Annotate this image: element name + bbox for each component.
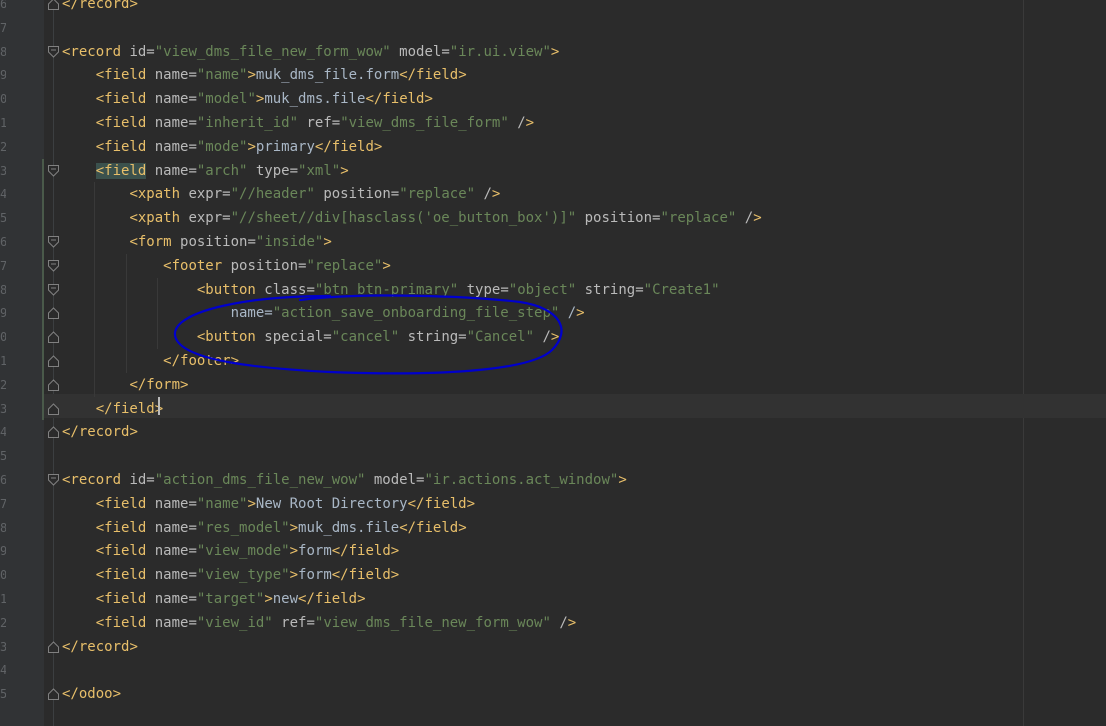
code-line[interactable]: <field name="inherit_id" ref="view_dms_f… xyxy=(62,111,534,135)
fold-close-icon[interactable] xyxy=(48,379,59,391)
line-number: 3 xyxy=(0,401,6,416)
code-line[interactable]: <form position="inside"> xyxy=(62,230,331,254)
code-line[interactable]: </record> xyxy=(62,420,138,444)
right-margin-guide xyxy=(1023,0,1024,726)
code-line[interactable]: <xpath expr="//header" position="replace… xyxy=(62,182,500,206)
fold-open-icon[interactable] xyxy=(48,164,59,177)
line-number: 5 xyxy=(0,211,6,226)
line-number: 2 xyxy=(0,377,6,392)
line-number: 2 xyxy=(0,615,6,630)
fold-close-icon[interactable] xyxy=(48,331,59,344)
fold-close-icon[interactable] xyxy=(48,640,59,653)
line-number: 2 xyxy=(0,139,6,154)
fold-open-icon[interactable] xyxy=(48,236,59,248)
indent-guide xyxy=(93,182,95,397)
code-editor[interactable]: 6 7 8 9 0 1 2 3 4 5 6 7 8 9 0 1 2 3 4 5 6 7 8 9 0 1 2 3 4 5 </record>… xyxy=(0,0,1106,726)
code-line[interactable]: </odoo> xyxy=(62,682,121,706)
line-number: 0 xyxy=(0,330,6,345)
line-number: 7 xyxy=(0,258,6,273)
fold-open-icon[interactable] xyxy=(48,474,59,486)
line-number: 1 xyxy=(0,592,6,606)
line-number: 8 xyxy=(0,282,6,297)
fold-close-icon[interactable] xyxy=(48,0,59,10)
code-line[interactable]: </record> xyxy=(62,635,138,659)
indent-guide xyxy=(125,253,127,373)
code-line[interactable]: <field name="view_mode">form</field> xyxy=(62,539,399,563)
line-number: 9 xyxy=(0,306,6,321)
line-number: 0 xyxy=(0,92,6,107)
fold-close-icon[interactable] xyxy=(48,307,59,320)
code-line[interactable]: <field name="view_type">form</field> xyxy=(62,563,399,587)
text-caret xyxy=(158,397,160,415)
code-line[interactable]: <button class="btn btn-primary" type="ob… xyxy=(62,278,720,302)
code-line[interactable]: <button special="cancel" string="Cancel"… xyxy=(62,325,559,349)
line-number: 6 xyxy=(0,235,6,249)
line-number: 4 xyxy=(0,663,6,678)
line-number: 9 xyxy=(0,544,6,559)
line-number: 6 xyxy=(0,0,6,11)
line-number: 3 xyxy=(0,639,6,654)
code-line[interactable]: <field name="mode">primary</field> xyxy=(62,135,383,159)
line-number: 5 xyxy=(0,449,6,464)
code-line[interactable]: <footer position="replace"> xyxy=(62,254,391,278)
code-line[interactable]: <field name="name">muk_dms_file.form</fi… xyxy=(62,63,467,87)
line-number: 9 xyxy=(0,68,6,83)
line-number: 4 xyxy=(0,187,6,202)
code-line[interactable]: </form> xyxy=(62,373,188,397)
code-line[interactable]: <record id="view_dms_file_new_form_wow" … xyxy=(62,40,559,64)
fold-open-icon[interactable] xyxy=(48,45,59,58)
fold-close-icon[interactable] xyxy=(48,688,59,701)
line-number: 5 xyxy=(0,687,6,702)
code-line[interactable]: <field name="name">New Root Directory</f… xyxy=(62,492,475,516)
code-line[interactable]: <field name="res_model">muk_dms.file</fi… xyxy=(62,516,467,540)
line-number: 0 xyxy=(0,568,6,583)
code-line[interactable]: <field name="arch" type="xml"> xyxy=(62,159,349,183)
code-line[interactable]: name="action_save_onboarding_file_step" … xyxy=(62,301,585,325)
line-number: 8 xyxy=(0,520,6,535)
fold-close-icon[interactable] xyxy=(48,402,59,415)
fold-open-icon[interactable] xyxy=(48,283,59,296)
code-line[interactable]: <record id="action_dms_file_new_wow" mod… xyxy=(62,468,627,492)
line-number: 4 xyxy=(0,425,6,440)
line-number: 8 xyxy=(0,44,6,59)
line-number-gutter: 6 7 8 9 0 1 2 3 4 5 6 7 8 9 0 1 2 3 4 5 6 7 8 9 0 1 2 3 4 5 xyxy=(0,0,44,726)
code-line[interactable]: </record> xyxy=(62,0,138,16)
line-number: 1 xyxy=(0,116,6,130)
code-line[interactable]: <field name="model">muk_dms.file</field> xyxy=(62,87,433,111)
fold-close-icon[interactable] xyxy=(48,426,59,439)
code-line[interactable]: </field> xyxy=(62,397,163,421)
code-line[interactable]: <field name="target">new</field> xyxy=(62,587,366,611)
line-number: 7 xyxy=(0,496,6,511)
indent-guide xyxy=(157,277,159,349)
code-line[interactable]: </footer> xyxy=(62,349,239,373)
line-number: 3 xyxy=(0,163,6,178)
current-line-highlight xyxy=(44,394,1106,418)
code-line[interactable]: <xpath expr="//sheet//div[hasclass('oe_b… xyxy=(62,206,761,230)
line-number: 1 xyxy=(0,354,6,368)
fold-close-icon[interactable] xyxy=(48,355,59,367)
change-marker xyxy=(42,158,44,421)
fold-open-icon[interactable] xyxy=(48,259,59,272)
line-number: 7 xyxy=(0,20,6,35)
line-number: 6 xyxy=(0,473,6,487)
code-line[interactable]: <field name="view_id" ref="view_dms_file… xyxy=(62,611,576,635)
